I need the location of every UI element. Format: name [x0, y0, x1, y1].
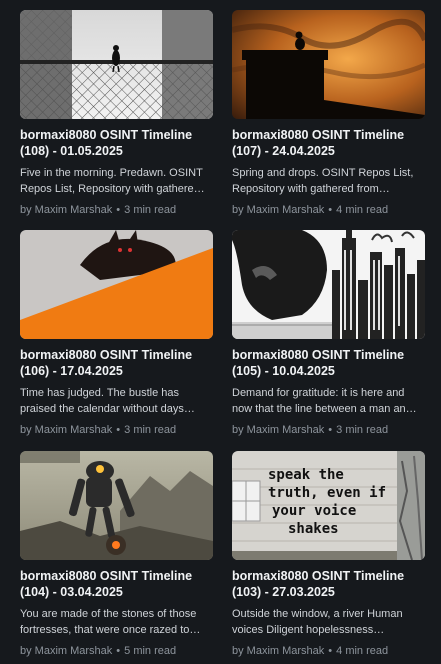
article-meta: by Maxim Marshak • 3 min read — [20, 203, 213, 217]
graffiti-text-line: speak the — [268, 467, 344, 483]
graffiti-text-line: your voice — [272, 503, 356, 519]
cat-orange-diagonal-image[interactable] — [20, 230, 213, 339]
author-name[interactable]: by Maxim Marshak — [20, 645, 112, 657]
article-card[interactable]: speak the truth, even if your voice shak… — [232, 451, 425, 658]
article-meta: by Maxim Marshak • 4 min read — [232, 203, 425, 217]
article-description: Time has judged. The bustle has praised … — [20, 387, 195, 415]
article-meta: by Maxim Marshak • 5 min read — [20, 644, 213, 658]
separator-dot: • — [328, 424, 333, 436]
man-city-sketch-image[interactable] — [232, 230, 425, 339]
article-card[interactable]: bormaxi8080 OSINT Timeline (105) - 10.04… — [232, 230, 425, 437]
read-time: 4 min read — [336, 204, 389, 216]
author-name[interactable]: by Maxim Marshak — [232, 204, 324, 216]
robot-landscape-image[interactable] — [20, 451, 213, 560]
article-card[interactable]: bormaxi8080 OSINT Timeline (106) - 17.04… — [20, 230, 213, 437]
article-title[interactable]: bormaxi8080 OSINT Timeline (103) - 27.03… — [232, 568, 425, 600]
article-card[interactable]: bormaxi8080 OSINT Timeline (108) - 01.05… — [20, 10, 213, 217]
separator-dot: • — [328, 204, 333, 216]
article-description: You are made of the stones of those fort… — [20, 608, 201, 636]
read-time: 5 min read — [124, 645, 177, 657]
author-name[interactable]: by Maxim Marshak — [20, 424, 112, 436]
author-name[interactable]: by Maxim Marshak — [232, 424, 324, 436]
article-meta: by Maxim Marshak • 3 min read — [232, 423, 425, 437]
bird-on-roof-sunset-image[interactable] — [232, 10, 425, 119]
article-card[interactable]: bormaxi8080 OSINT Timeline (104) - 03.04… — [20, 451, 213, 658]
article-description: Demand for gratitude: it is here and now… — [232, 387, 417, 415]
article-title[interactable]: bormaxi8080 OSINT Timeline (108) - 01.05… — [20, 127, 213, 159]
author-name[interactable]: by Maxim Marshak — [20, 204, 112, 216]
separator-dot: • — [328, 645, 333, 657]
read-time: 3 min read — [124, 424, 177, 436]
article-meta: by Maxim Marshak • 4 min read — [232, 644, 425, 658]
article-title[interactable]: bormaxi8080 OSINT Timeline (106) - 17.04… — [20, 347, 213, 379]
article-title[interactable]: bormaxi8080 OSINT Timeline (107) - 24.04… — [232, 127, 425, 159]
article-description: Spring and drops. OSINT Repos List, Repo… — [232, 167, 414, 195]
article-grid: bormaxi8080 OSINT Timeline (108) - 01.05… — [0, 0, 441, 664]
read-time: 4 min read — [336, 645, 389, 657]
article-description: Five in the morning. Predawn. OSINT Repo… — [20, 167, 205, 195]
graffiti-text-line: shakes — [288, 521, 339, 537]
read-time: 3 min read — [336, 424, 389, 436]
separator-dot: • — [116, 645, 121, 657]
article-meta: by Maxim Marshak • 3 min read — [20, 423, 213, 437]
bird-on-fence-image[interactable] — [20, 10, 213, 119]
article-title[interactable]: bormaxi8080 OSINT Timeline (105) - 10.04… — [232, 347, 425, 379]
graffiti-wall-image[interactable]: speak the truth, even if your voice shak… — [232, 451, 425, 560]
separator-dot: • — [116, 204, 121, 216]
separator-dot: • — [116, 424, 121, 436]
read-time: 3 min read — [124, 204, 177, 216]
article-card[interactable]: bormaxi8080 OSINT Timeline (107) - 24.04… — [232, 10, 425, 217]
graffiti-text-line: truth, even if — [268, 485, 386, 501]
article-description: Outside the window, a river Human voices… — [232, 608, 403, 636]
author-name[interactable]: by Maxim Marshak — [232, 645, 324, 657]
article-title[interactable]: bormaxi8080 OSINT Timeline (104) - 03.04… — [20, 568, 213, 600]
